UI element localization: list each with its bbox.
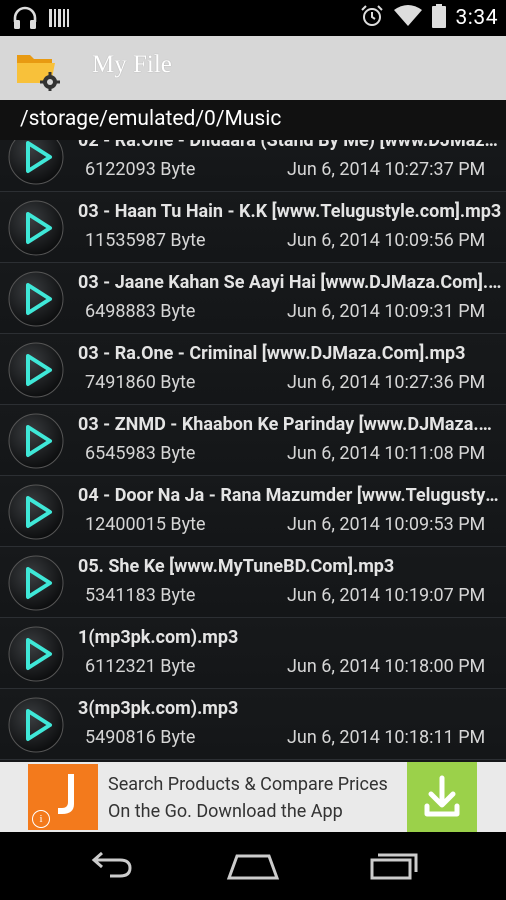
file-date: Jun 6, 2014 10:09:56 PM	[287, 230, 486, 251]
file-name: 03 - Jaane Kahan Se Aayi Hai [www.DJMaza…	[78, 272, 502, 293]
folder-gear-icon[interactable]	[14, 45, 60, 92]
file-list[interactable]: 02 - Ra.One - Dildaara (Stand By Me) [ww…	[0, 140, 506, 762]
file-list-item[interactable]: 04 - Door Na Ja - Rana Mazumder [www.Tel…	[0, 476, 506, 547]
ad-text-line2: On the Go. Download the App	[108, 801, 343, 822]
ad-info-icon[interactable]: i	[32, 810, 50, 828]
file-size: 6498883 Byte	[85, 301, 196, 322]
ad-banner[interactable]: i Search Products & Compare Prices On th…	[0, 762, 506, 832]
file-date: Jun 6, 2014 10:18:00 PM	[287, 656, 486, 677]
battery-icon	[431, 4, 446, 32]
action-bar: My File	[0, 36, 506, 100]
file-list-item[interactable]: 05. She Ke [www.MyTuneBD.Com].mp3 534118…	[0, 547, 506, 618]
play-icon	[8, 140, 64, 185]
file-size: 6112321 Byte	[85, 656, 196, 677]
file-name: 03 - Ra.One - Criminal [www.DJMaza.Com].…	[78, 343, 466, 364]
file-name: 04 - Door Na Ja - Rana Mazumder [www.Tel…	[78, 485, 502, 506]
file-date: Jun 6, 2014 10:11:08 PM	[287, 443, 486, 464]
ad-text-line1: Search Products & Compare Prices	[108, 774, 388, 795]
file-list-item[interactable]: 02 - Ra.One - Dildaara (Stand By Me) [ww…	[0, 140, 506, 192]
file-name: 03 - ZNMD - Khaabon Ke Parinday [www.DJM…	[78, 414, 502, 435]
play-icon	[8, 271, 64, 327]
file-name: 1(mp3pk.com).mp3	[78, 627, 239, 648]
file-list-item[interactable]: 03 - Jaane Kahan Se Aayi Hai [www.DJMaza…	[0, 263, 506, 334]
file-date: Jun 6, 2014 10:27:36 PM	[287, 372, 486, 393]
file-size: 5341183 Byte	[85, 585, 196, 606]
recents-icon[interactable]	[368, 848, 420, 886]
play-icon	[8, 413, 64, 469]
current-path: /storage/emulated/0/Music	[20, 107, 282, 131]
alarm-icon	[360, 4, 384, 32]
home-icon[interactable]	[224, 848, 282, 886]
file-size: 11535987 Byte	[85, 230, 206, 251]
play-icon	[8, 200, 64, 256]
file-size: 5490816 Byte	[85, 727, 196, 748]
barcode-icon	[48, 7, 70, 33]
play-icon	[8, 626, 64, 682]
file-list-item[interactable]: 03 - Ra.One - Criminal [www.DJMaza.Com].…	[0, 334, 506, 405]
file-list-item[interactable]: 03 - Haan Tu Hain - K.K [www.Telugustyle…	[0, 192, 506, 263]
play-icon	[8, 342, 64, 398]
download-icon[interactable]	[407, 762, 477, 832]
file-size: 7491860 Byte	[85, 372, 196, 393]
file-date: Jun 6, 2014 10:18:11 PM	[287, 727, 486, 748]
file-list-item[interactable]: 3(mp3pk.com).mp3 5490816 Byte Jun 6, 201…	[0, 689, 506, 760]
file-date: Jun 6, 2014 10:27:37 PM	[287, 159, 486, 180]
file-date: Jun 6, 2014 10:09:53 PM	[287, 514, 486, 535]
file-name: 03 - Haan Tu Hain - K.K [www.Telugustyle…	[78, 201, 502, 222]
file-size: 6545983 Byte	[85, 443, 196, 464]
file-name: 3(mp3pk.com).mp3	[78, 698, 239, 719]
path-bar: /storage/emulated/0/Music	[0, 100, 506, 140]
play-icon	[8, 697, 64, 753]
file-name: 02 - Ra.One - Dildaara (Stand By Me) [ww…	[78, 140, 502, 151]
clock: 3:34	[455, 6, 498, 30]
navigation-bar	[0, 832, 506, 900]
file-size: 6122093 Byte	[85, 159, 196, 180]
app-title: My File	[92, 51, 172, 78]
file-date: Jun 6, 2014 10:19:07 PM	[287, 585, 486, 606]
file-size: 12400015 Byte	[85, 514, 206, 535]
file-list-item[interactable]: 1(mp3pk.com).mp3 6112321 Byte Jun 6, 201…	[0, 618, 506, 689]
headphones-icon	[12, 6, 38, 34]
play-icon	[8, 484, 64, 540]
back-icon[interactable]	[86, 848, 136, 886]
wifi-icon	[393, 4, 422, 32]
file-date: Jun 6, 2014 10:09:31 PM	[287, 301, 486, 322]
play-icon	[8, 555, 64, 611]
status-bar: 3:34	[0, 0, 506, 36]
file-list-item[interactable]: 03 - ZNMD - Khaabon Ke Parinday [www.DJM…	[0, 405, 506, 476]
file-name: 05. She Ke [www.MyTuneBD.Com].mp3	[78, 556, 395, 577]
